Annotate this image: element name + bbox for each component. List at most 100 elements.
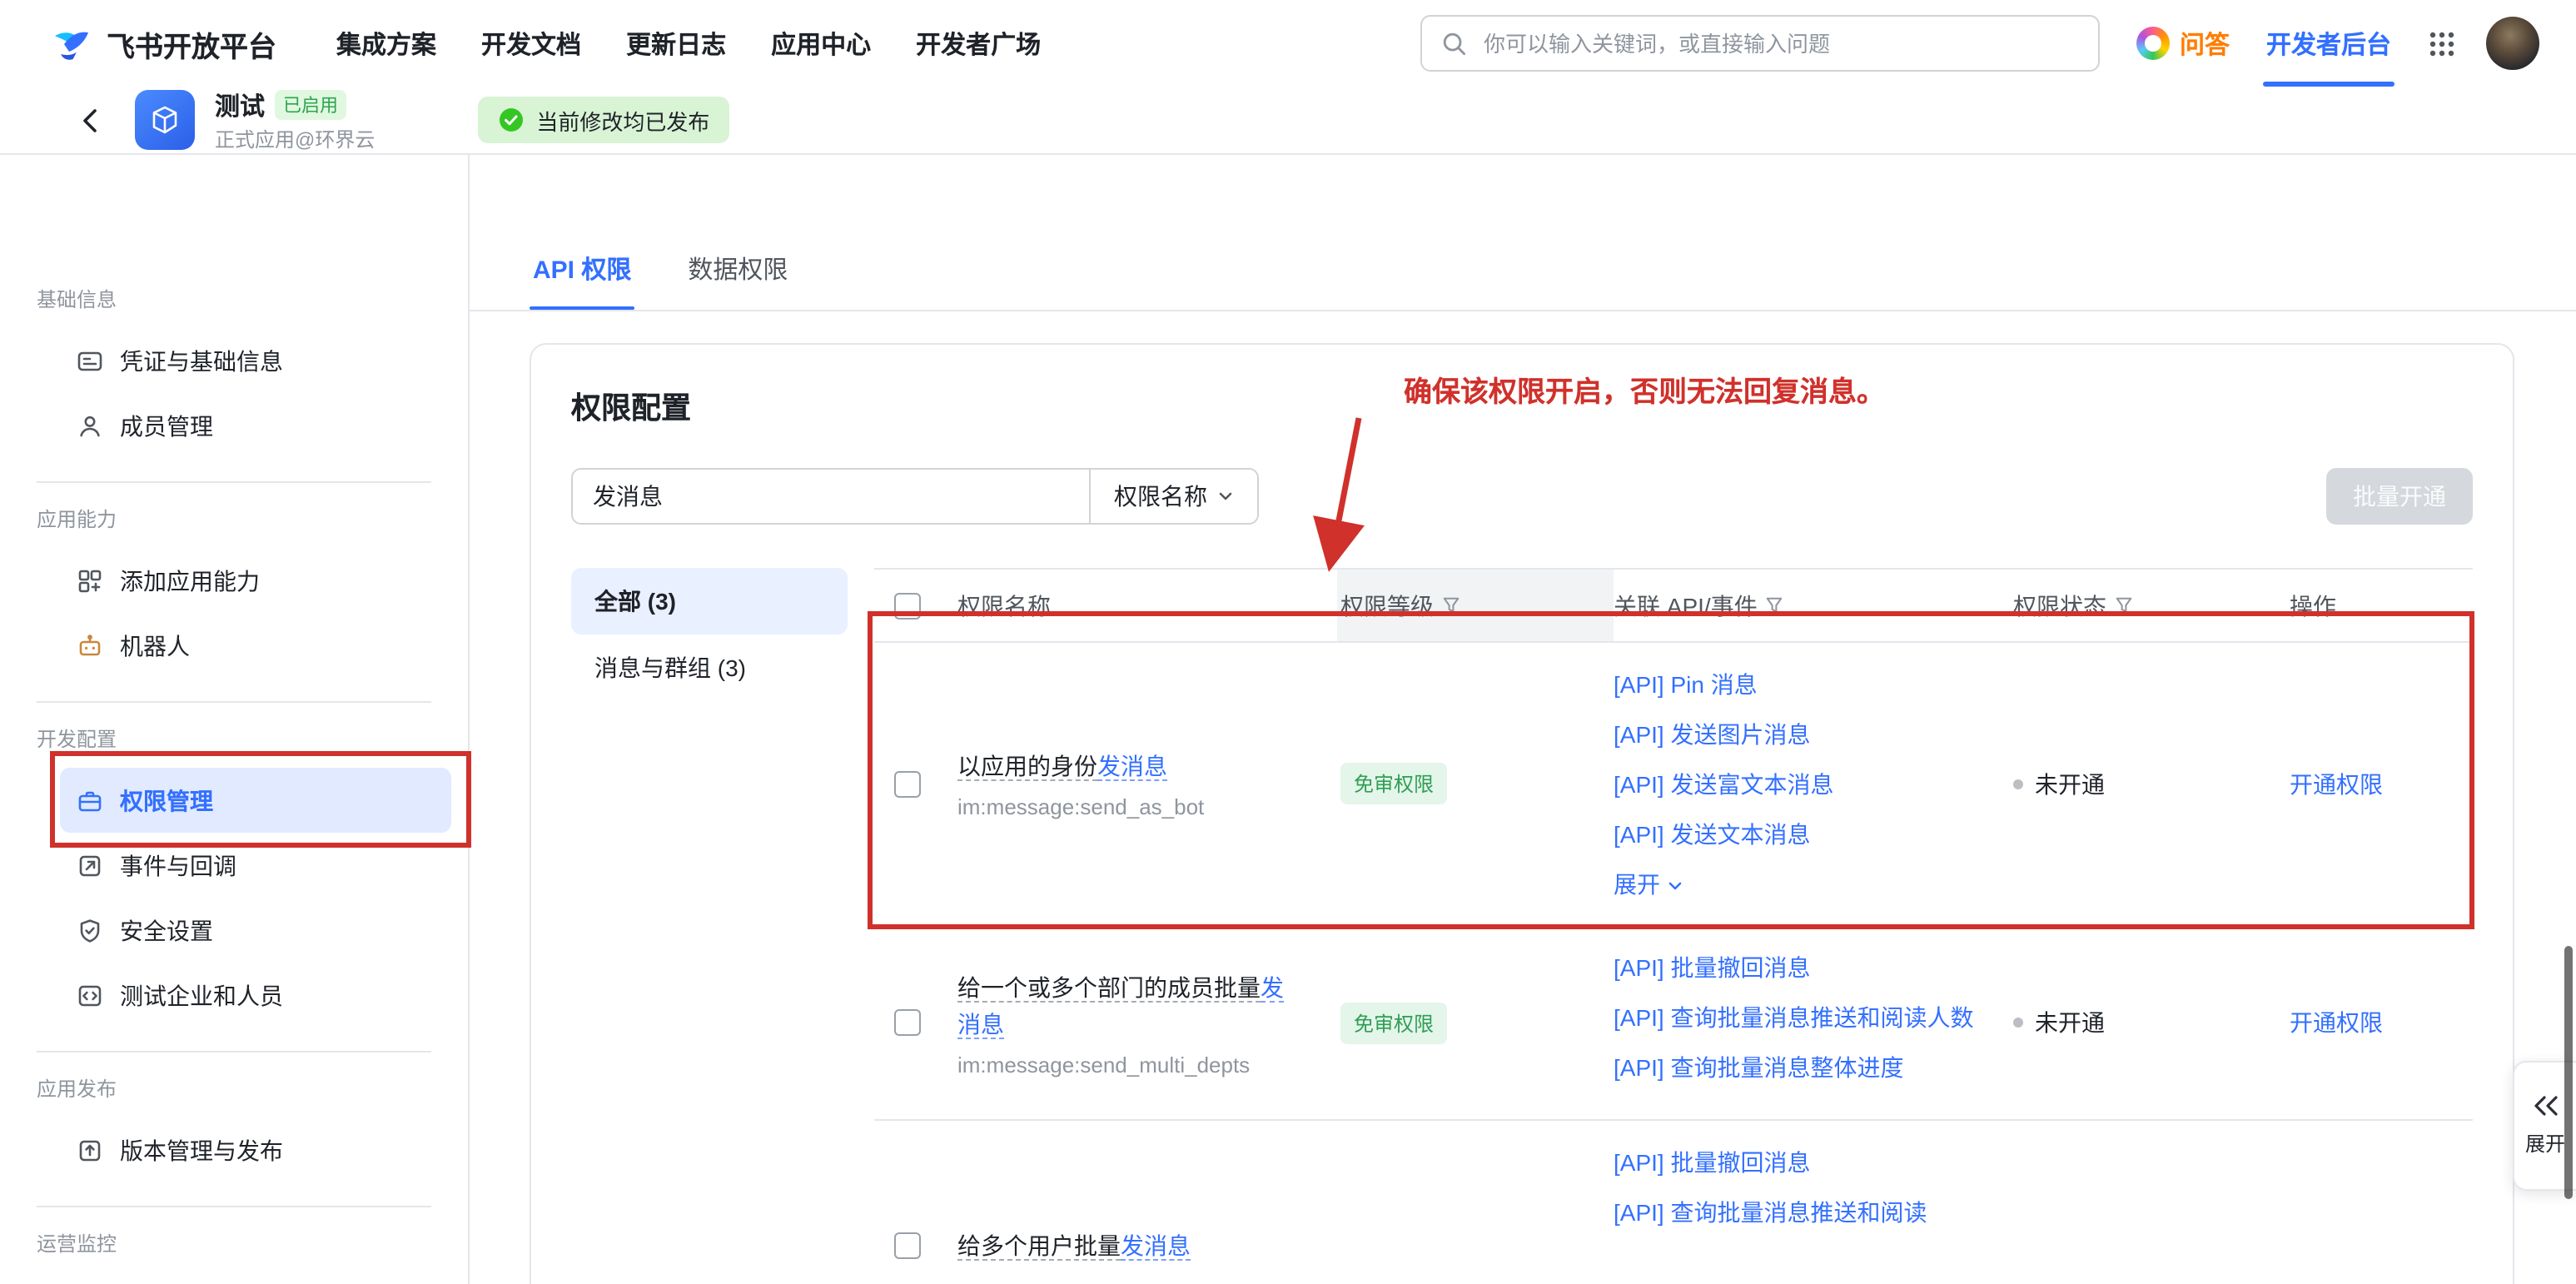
page-title: 权限配置 bbox=[571, 391, 2473, 425]
back-button[interactable] bbox=[78, 106, 102, 134]
brand[interactable]: 飞书开放平台 bbox=[50, 22, 276, 65]
sidebar-item-version-release[interactable]: 版本管理与发布 bbox=[60, 1117, 451, 1182]
api-link[interactable]: [API] 查询批量消息整体进度 bbox=[1614, 1049, 1980, 1087]
status-cell: 未开通 bbox=[2013, 767, 2290, 800]
top-navbar: 飞书开放平台 集成方案 开发文档 更新日志 应用中心 开发者广场 问答 开发者后… bbox=[0, 0, 2576, 87]
permission-scope: im:message:send_as_bot bbox=[957, 794, 1297, 819]
publish-status-pill: 当前修改均已发布 bbox=[478, 97, 729, 143]
sidebar-divider bbox=[37, 481, 431, 483]
tab-api-permission[interactable]: API 权限 bbox=[530, 251, 634, 310]
sidebar-section-monitoring: 运营监控 bbox=[0, 1232, 468, 1272]
sidebar-item-permissions[interactable]: 权限管理 bbox=[60, 768, 451, 833]
permission-name[interactable]: 以应用的身份发消息 bbox=[957, 748, 1297, 784]
search-icon bbox=[1442, 31, 1467, 56]
sidebar-divider bbox=[37, 1051, 431, 1053]
nav-item-app-center[interactable]: 应用中心 bbox=[771, 26, 871, 61]
level-badge: 免审权限 bbox=[1340, 763, 1447, 804]
permission-name[interactable]: 给多个用户批量发消息 bbox=[957, 1227, 1297, 1264]
category-filter-list: 全部 (3) 消息与群组 (3) bbox=[571, 568, 848, 1284]
search-type-value: 权限名称 bbox=[1114, 480, 1207, 513]
sidebar-item-label: 安全设置 bbox=[120, 913, 213, 947]
sidebar-item-events[interactable]: 事件与回调 bbox=[60, 833, 451, 898]
row-checkbox[interactable] bbox=[894, 1009, 921, 1036]
user-avatar[interactable] bbox=[2486, 17, 2539, 70]
global-search[interactable] bbox=[1420, 15, 2100, 72]
developer-console-label: 开发者后台 bbox=[2266, 26, 2391, 61]
nav-item-changelog[interactable]: 更新日志 bbox=[626, 26, 726, 61]
app-icon bbox=[135, 90, 195, 150]
filter-funnel-icon[interactable] bbox=[1766, 596, 1784, 615]
sidebar-item-add-capability[interactable]: 添加应用能力 bbox=[60, 548, 451, 613]
status-dot-icon bbox=[2013, 779, 2023, 789]
developer-console-link[interactable]: 开发者后台 bbox=[2266, 0, 2391, 87]
nav-item-dev-plaza[interactable]: 开发者广场 bbox=[916, 26, 1041, 61]
row-checkbox[interactable] bbox=[894, 1232, 921, 1259]
col-permission-level: 权限等级 bbox=[1337, 570, 1614, 641]
app-type-label: 正式应用@环界云 bbox=[215, 124, 375, 152]
qa-button[interactable]: 问答 bbox=[2136, 26, 2230, 61]
row-checkbox[interactable] bbox=[894, 770, 921, 797]
api-link[interactable]: [API] 发送文本消息 bbox=[1614, 816, 1980, 854]
apps-grid-icon[interactable] bbox=[2428, 29, 2456, 57]
app-status-badge: 已启用 bbox=[275, 90, 346, 120]
sidebar-section-dev-config: 开发配置 bbox=[0, 728, 468, 768]
api-link[interactable]: [API] 批量撤回消息 bbox=[1614, 949, 1980, 988]
brand-title: 飞书开放平台 bbox=[107, 22, 276, 64]
id-card-icon bbox=[77, 347, 103, 374]
filter-funnel-icon[interactable] bbox=[2115, 596, 2133, 615]
enable-permission-link[interactable]: 开通权限 bbox=[2290, 767, 2383, 800]
api-link[interactable]: [API] 发送图片消息 bbox=[1614, 716, 1980, 754]
status-cell: 未开通 bbox=[2013, 1006, 2290, 1039]
briefcase-icon bbox=[77, 787, 103, 814]
app-name: 测试 bbox=[215, 87, 265, 122]
sidebar-section-capability: 应用能力 bbox=[0, 508, 468, 548]
sidebar-item-security[interactable]: 安全设置 bbox=[60, 898, 451, 963]
enable-permission-link[interactable]: 开通权限 bbox=[2290, 1006, 2383, 1039]
sidebar-section-release: 应用发布 bbox=[0, 1077, 468, 1117]
permission-table: 权限名称 权限等级 关联 API/事件 权限状态 bbox=[874, 568, 2473, 1284]
nav-item-docs[interactable]: 开发文档 bbox=[481, 26, 581, 61]
sidebar-item-label: 成员管理 bbox=[120, 409, 213, 442]
api-link[interactable]: [API] 批量撤回消息 bbox=[1614, 1144, 1980, 1182]
tab-data-permission[interactable]: 数据权限 bbox=[684, 251, 791, 310]
upload-box-icon bbox=[77, 1137, 103, 1163]
filter-all[interactable]: 全部 (3) bbox=[571, 568, 848, 635]
col-related-api: 关联 API/事件 bbox=[1614, 570, 2013, 641]
sidebar-item-credentials[interactable]: 凭证与基础信息 bbox=[60, 328, 451, 393]
scrollbar-thumb[interactable] bbox=[2564, 946, 2573, 1199]
col-permission-status: 权限状态 bbox=[2013, 570, 2290, 641]
permission-search-input[interactable] bbox=[573, 470, 1089, 523]
filter-message-group[interactable]: 消息与群组 (3) bbox=[571, 635, 848, 701]
person-icon bbox=[77, 412, 103, 439]
search-input[interactable] bbox=[1480, 29, 2078, 57]
nav-item-integration[interactable]: 集成方案 bbox=[336, 26, 436, 61]
sidebar-item-bot[interactable]: 机器人 bbox=[60, 613, 451, 678]
table-row: 给一个或多个部门的成员批量发消息 im:message:send_multi_d… bbox=[874, 926, 2473, 1121]
sidebar-divider bbox=[37, 1206, 431, 1207]
qa-ring-icon bbox=[2136, 27, 2170, 60]
toolbar: 权限名称 批量开通 bbox=[571, 468, 2473, 525]
app-meta: 测试 已启用 正式应用@环界云 bbox=[215, 87, 375, 152]
shield-icon bbox=[77, 917, 103, 943]
sidebar-item-test-enterprise[interactable]: 测试企业和人员 bbox=[60, 963, 451, 1028]
select-all-checkbox[interactable] bbox=[894, 592, 921, 619]
table-row: 以应用的身份发消息 im:message:send_as_bot 免审权限 [A… bbox=[874, 643, 2473, 926]
search-type-select[interactable]: 权限名称 bbox=[1089, 470, 1257, 523]
qa-label: 问答 bbox=[2180, 26, 2230, 61]
api-link[interactable]: [API] 查询批量消息推送和阅读人数 bbox=[1614, 999, 1980, 1038]
permission-name[interactable]: 给一个或多个部门的成员批量发消息 bbox=[957, 968, 1297, 1042]
primary-nav: 集成方案 开发文档 更新日志 应用中心 开发者广场 bbox=[336, 26, 1041, 61]
filter-funnel-icon[interactable] bbox=[1442, 596, 1460, 615]
bulk-enable-button[interactable]: 批量开通 bbox=[2326, 468, 2473, 525]
table-header-row: 权限名称 权限等级 关联 API/事件 权限状态 bbox=[874, 568, 2473, 643]
api-link[interactable]: [API] 查询批量消息推送和阅读 bbox=[1614, 1194, 1980, 1232]
status-dot-icon bbox=[2013, 1018, 2023, 1028]
api-link[interactable]: [API] Pin 消息 bbox=[1614, 666, 1980, 704]
grid-plus-icon bbox=[77, 567, 103, 594]
expand-apis-link[interactable]: 展开 bbox=[1614, 866, 1980, 904]
api-link[interactable]: [API] 发送富文本消息 bbox=[1614, 766, 1980, 804]
permission-config-card: 权限配置 权限名称 批量开通 全部 (3) 消息与群组 (3) bbox=[530, 343, 2514, 1284]
sidebar-item-label: 事件与回调 bbox=[120, 849, 236, 882]
sidebar-item-members[interactable]: 成员管理 bbox=[60, 393, 451, 458]
permission-scope: im:message:send_multi_depts bbox=[957, 1052, 1297, 1077]
